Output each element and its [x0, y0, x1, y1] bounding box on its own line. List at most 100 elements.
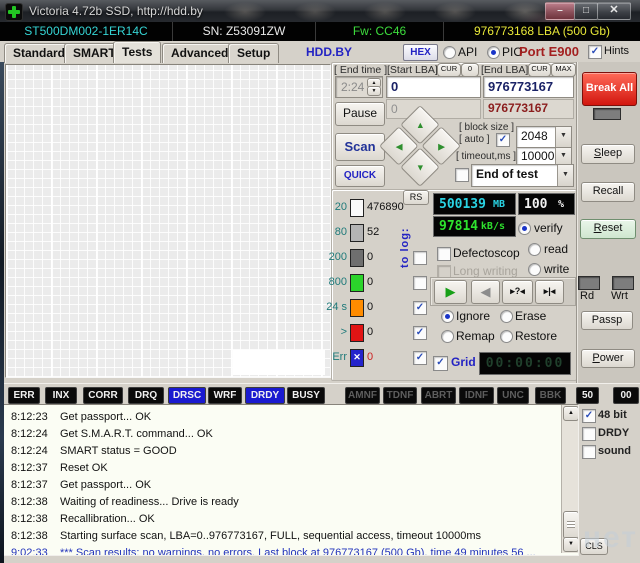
arrow-up-icon: ▲ [416, 112, 425, 138]
drdy-checkbox[interactable] [582, 427, 596, 441]
restore-radio[interactable] [500, 330, 513, 343]
scan-button[interactable]: Scan [335, 133, 385, 161]
start-lba-cur-button[interactable]: CUR [437, 63, 461, 77]
48bit-checkbox-label[interactable]: 48 bit [598, 409, 627, 421]
end-time-spinner[interactable]: 2:24 ▲ ▼ [335, 76, 383, 98]
error-block-icon: ✕ [350, 349, 364, 367]
end-lba-cur-button[interactable]: CUR [528, 63, 551, 77]
verify-radio-label[interactable]: verify [534, 221, 563, 235]
sound-checkbox[interactable] [582, 445, 596, 459]
flag-busy: BUSY [287, 387, 325, 404]
bin-count: 0 [367, 301, 373, 313]
close-button[interactable]: ✕ [597, 2, 631, 20]
write-radio-label[interactable]: write [544, 262, 569, 276]
remap-radio[interactable] [441, 330, 454, 343]
sound-checkbox-label[interactable]: sound [598, 445, 631, 457]
sleep-button[interactable]: Sleep [581, 144, 635, 164]
start-lba-input[interactable]: 0 [386, 76, 481, 98]
timer-value: 00:00:00 [480, 356, 570, 371]
activity-led [593, 108, 621, 120]
start-lba-zero-button[interactable]: 0 [461, 63, 479, 77]
restore-radio-label[interactable]: Restore [515, 329, 557, 343]
log-entry: 8:12:38Waiting of readiness... Drive is … [3, 494, 578, 511]
quick-button[interactable]: QUICK [335, 165, 385, 187]
pio-radio[interactable] [487, 46, 500, 59]
arrow-right-icon: ▶ [438, 133, 445, 159]
grid-checkbox-label[interactable]: Grid [451, 355, 476, 369]
title-bar[interactable]: Victoria 4.72b SSD, http://hdd.by – □ ✕ [0, 0, 640, 23]
reset-button[interactable]: Reset [580, 219, 636, 239]
end-lba-input[interactable]: 976773167 [483, 76, 574, 98]
log-200-checkbox[interactable] [413, 251, 427, 265]
write-radio[interactable] [528, 263, 541, 276]
seek-test-button[interactable]: ▸?◂ [502, 280, 533, 304]
spinner-down-icon[interactable]: ▼ [367, 86, 381, 96]
block-size-dropdown[interactable]: 2048 ▼ [516, 126, 572, 148]
end-lba-max-button[interactable]: MAX [551, 63, 576, 77]
hints-checkbox[interactable]: ✓ [588, 45, 602, 59]
read-radio[interactable] [528, 243, 541, 256]
scroll-down-icon[interactable]: ▼ [563, 537, 579, 552]
read-led [578, 276, 600, 290]
end-of-test-dropdown[interactable]: End of test ▼ [471, 164, 574, 187]
back-icon: ◀ [481, 284, 491, 299]
erase-radio-label[interactable]: Erase [515, 309, 546, 323]
defectoscope-checkbox-label[interactable]: Defectoscop [453, 246, 520, 260]
site-link[interactable]: HDD.BY [306, 45, 352, 59]
remap-radio-label[interactable]: Remap [456, 329, 495, 343]
bin-label: 80 [323, 226, 347, 238]
tab-setup[interactable]: Setup [228, 43, 279, 63]
tab-advanced[interactable]: Advanced [162, 43, 237, 63]
log-gt-checkbox[interactable]: ✓ [413, 326, 427, 340]
dropdown-arrow-icon[interactable]: ▼ [557, 165, 573, 186]
dropdown-arrow-icon[interactable]: ▼ [555, 127, 571, 147]
grid-checkbox[interactable]: ✓ [433, 356, 448, 371]
scroll-thumb[interactable] [563, 511, 579, 539]
log-text: Get passport... OK [60, 409, 151, 426]
log-800-checkbox[interactable] [413, 276, 427, 290]
auto-checkbox[interactable]: ✓ [496, 133, 510, 147]
end-of-test-checkbox[interactable] [455, 168, 469, 182]
hex-button[interactable]: HEX [403, 44, 438, 61]
log-panel[interactable]: 8:12:23Get passport... OK 8:12:24Get S.M… [2, 404, 579, 556]
step-icon: ▸|◂ [544, 286, 556, 296]
recall-button[interactable]: Recall [581, 182, 635, 202]
tab-tests[interactable]: Tests [113, 41, 161, 63]
log-text: Starting surface scan, LBA=0..976773167,… [60, 528, 481, 545]
scroll-up-icon[interactable]: ▲ [563, 406, 579, 421]
bin-count: 0 [367, 251, 373, 263]
erase-radio[interactable] [500, 310, 513, 323]
log-err-checkbox[interactable]: ✓ [413, 351, 427, 365]
48bit-checkbox[interactable]: ✓ [582, 409, 596, 423]
verify-radio[interactable] [518, 222, 531, 235]
api-radio-label[interactable]: API [458, 45, 477, 59]
play-backward-button[interactable]: ◀ [471, 280, 500, 304]
desktop-background-sliver [0, 62, 4, 563]
flag-drdy: DRDY [245, 387, 285, 404]
maximize-button[interactable]: □ [574, 2, 598, 20]
api-radio[interactable] [443, 46, 456, 59]
defectoscope-checkbox[interactable] [437, 247, 451, 261]
ignore-radio-label[interactable]: Ignore [456, 309, 490, 323]
power-button[interactable]: Power [581, 349, 635, 368]
scan-graph-area[interactable] [5, 64, 331, 378]
passp-button[interactable]: Passp [581, 311, 633, 330]
end-time-label: [ End time ] [334, 64, 387, 76]
long-writing-checkbox-label: Long writing [453, 264, 518, 278]
hints-checkbox-label[interactable]: Hints [604, 45, 629, 57]
log-scrollbar[interactable]: ▲ ▼ [561, 405, 578, 553]
pause-button[interactable]: Pause [335, 102, 385, 126]
step-button[interactable]: ▸|◂ [535, 280, 564, 304]
play-forward-button[interactable]: ▶ [434, 280, 467, 304]
break-all-button[interactable]: Break All [582, 72, 637, 106]
drdy-checkbox-label[interactable]: DRDY [598, 427, 629, 439]
log-time: 8:12:37 [11, 477, 48, 494]
victoria-logo-icon [5, 3, 23, 21]
minimize-button[interactable]: – [545, 2, 575, 20]
port-label: Port E900 [519, 44, 579, 59]
read-radio-label[interactable]: read [544, 242, 568, 256]
log-24s-checkbox[interactable]: ✓ [413, 301, 427, 315]
ignore-radio[interactable] [441, 310, 454, 323]
start-lba-value: 0 [391, 79, 398, 94]
bin-label: > [323, 326, 347, 338]
